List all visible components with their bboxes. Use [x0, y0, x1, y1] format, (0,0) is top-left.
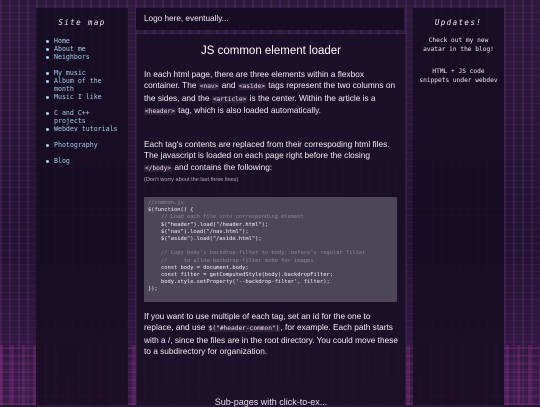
nav-link-label: Photography [54, 141, 98, 149]
update-item[interactable]: Check out my new avatar in the blog! [419, 37, 498, 54]
nav-link-photography[interactable]: Photography [46, 141, 128, 149]
bullet-icon [46, 72, 49, 75]
text: tag, which is also loaded automatically. [175, 104, 321, 115]
code-line: }); [148, 286, 158, 293]
text: and [219, 80, 238, 91]
nav-link-c-and-c-projects[interactable]: C and C++ projects [46, 109, 128, 125]
update-item[interactable]: HTML + JS code snippets under webdev [419, 68, 498, 85]
code-line: // to allow backdrop-filter mode for ima… [148, 257, 314, 264]
nav-link-label: Blog [54, 157, 70, 165]
article: JS common element loader In each html pa… [136, 34, 406, 407]
updates-aside: Updates! Check out my new avatar in the … [413, 8, 504, 405]
bullet-icon [46, 40, 49, 43]
text: and contains the following: [172, 161, 273, 172]
text: Each tag's contents are replaced from th… [144, 139, 390, 161]
nav-link-label: About me [54, 45, 86, 53]
nav-link-neighbors[interactable]: Neighbors [46, 53, 128, 61]
nav-link-label: Home [54, 37, 70, 45]
nav-link-label: My music [54, 69, 86, 77]
code-block[interactable]: //common.js $(function() { // Load each f… [144, 197, 397, 302]
updates-title: Updates! [434, 18, 483, 27]
nav-group: My music Album of the month Music I like [46, 69, 128, 101]
code-note: (Don't worry about the last three lines) [144, 177, 239, 183]
nav-link-webdev-tutorials[interactable]: Webdev tutorials [46, 125, 128, 133]
bullet-icon [46, 144, 49, 147]
site-map-title: Site map [58, 18, 106, 27]
bullet-icon [46, 112, 49, 115]
inline-code: <header> [144, 107, 176, 115]
article-title: JS common element loader [201, 45, 341, 57]
nav-link-album-of-the-month[interactable]: Album of the month [46, 77, 128, 93]
inline-code: </body> [144, 164, 173, 172]
page-header: Logo here, eventually... [136, 8, 404, 30]
inline-code: $("#header-common") [207, 325, 281, 333]
nav-link-my-music[interactable]: My music [46, 69, 128, 77]
bullet-icon [46, 80, 49, 83]
bullet-icon [46, 128, 49, 131]
next-heading: Sub-pages with click-to-ex... [214, 397, 328, 407]
code-line: // Load each file into corresponding ele… [148, 214, 304, 221]
nav-link-label: Webdev tutorials [54, 125, 118, 133]
code-line: // Copy body's backdrop-filter to body::… [148, 250, 366, 257]
text: is the center. Within the article is a [247, 92, 376, 103]
bullet-icon [46, 96, 49, 99]
nav-link-about-me[interactable]: About me [46, 45, 128, 53]
code-line: body.style.setProperty('--backdrop-filte… [148, 279, 330, 286]
code-line: $("header").load("/header.html"); [148, 221, 269, 228]
code-line: //common.js [148, 200, 184, 206]
inline-code: <nav> [198, 83, 220, 91]
paragraph-multiple: If you want to use multiple of each tag,… [144, 311, 400, 357]
site-map-nav: Site map Home About me Neighbors My music Al… [36, 8, 128, 405]
bullet-icon [46, 160, 49, 163]
bullet-icon [46, 48, 49, 51]
nav-link-label: Music I like [54, 93, 102, 101]
nav-group: Photography [46, 141, 128, 149]
code-line: $("aside").load("/aside.html"); [148, 236, 262, 243]
nav-list: Home About me Neighbors My music Album of th… [36, 37, 128, 165]
nav-group: C and C++ projects Webdev tutorials [46, 109, 128, 133]
nav-group: Blog [46, 157, 128, 165]
code-line: const filter = getComputedStyle(body).ba… [148, 272, 333, 279]
header-logo-placeholder: Logo here, eventually... [144, 14, 229, 23]
nav-group: Home About me Neighbors [46, 37, 128, 61]
nav-link-blog[interactable]: Blog [46, 157, 128, 165]
bullet-icon [46, 56, 49, 59]
code-line: $("nav").load("/nav.html"); [148, 228, 249, 235]
paragraph-intro: In each html page, there are three eleme… [144, 69, 400, 117]
code-line: $(function() { [148, 207, 194, 214]
inline-code: <aside> [237, 83, 266, 91]
inline-code: <article> [211, 95, 248, 103]
nav-link-label: C and C++ projects [54, 109, 90, 125]
paragraph-replacement: Each tag's contents are replaced from th… [144, 139, 400, 174]
nav-link-music-i-like[interactable]: Music I like [46, 93, 128, 101]
nav-link-label: Album of the month [54, 77, 102, 93]
code-line: const body = document.body; [148, 264, 249, 271]
nav-link-home[interactable]: Home [46, 37, 128, 45]
nav-link-label: Neighbors [54, 53, 90, 61]
